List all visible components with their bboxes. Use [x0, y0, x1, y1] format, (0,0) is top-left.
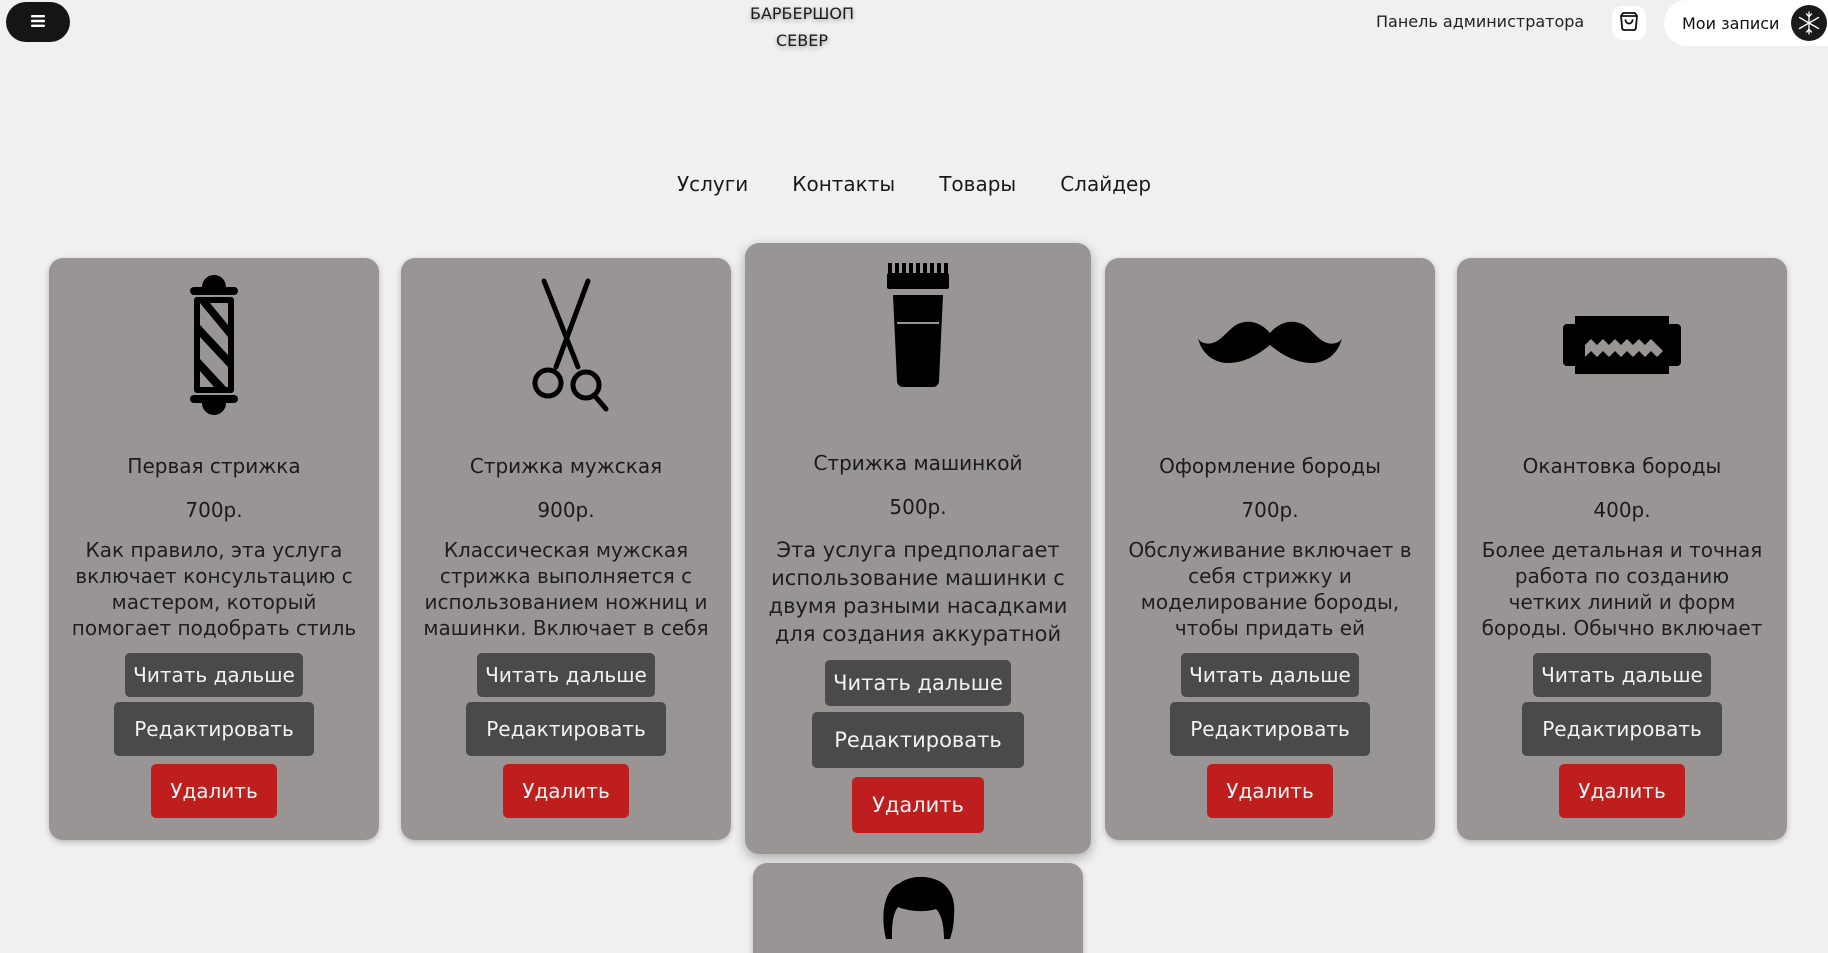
- scissors-icon: [401, 270, 731, 420]
- service-card-partial: [753, 863, 1083, 953]
- service-price: 700р.: [185, 498, 243, 522]
- edit-button[interactable]: Редактировать: [1170, 702, 1370, 756]
- delete-button[interactable]: Удалить: [1559, 764, 1685, 818]
- delete-button[interactable]: Удалить: [151, 764, 277, 818]
- read-more-button[interactable]: Читать дальше: [1181, 653, 1359, 697]
- service-description: Обслуживание включает в себя стрижку и м…: [1128, 538, 1412, 640]
- mustache-icon: [1105, 270, 1435, 420]
- nav-contacts[interactable]: Контакты: [792, 172, 895, 196]
- service-card: Оформление бороды 700р. Обслуживание вкл…: [1105, 258, 1435, 840]
- edit-button[interactable]: Редактировать: [466, 702, 666, 756]
- menu-button[interactable]: [6, 2, 70, 42]
- service-description: Более детальная и точная работа по созда…: [1481, 538, 1763, 640]
- edit-button[interactable]: Редактировать: [1522, 702, 1722, 756]
- delete-button[interactable]: Удалить: [852, 777, 984, 833]
- hair-icon: [753, 875, 1083, 945]
- page: БАРБЕРШОП СЕВЕР Панель администратора Мо…: [0, 0, 1828, 953]
- read-more-button[interactable]: Читать дальше: [125, 653, 303, 697]
- delete-button[interactable]: Удалить: [1207, 764, 1333, 818]
- read-more-button[interactable]: Читать дальше: [1533, 653, 1711, 697]
- service-price: 400р.: [1593, 498, 1651, 522]
- barber-pole-icon: [49, 270, 379, 420]
- nav-slider[interactable]: Слайдер: [1060, 172, 1151, 196]
- edit-button[interactable]: Редактировать: [114, 702, 314, 756]
- snowflake-icon: [1799, 11, 1820, 35]
- service-title: Оформление бороды: [1159, 454, 1381, 478]
- service-card: Стрижка машинкой 500р. Эта услуга предпо…: [745, 243, 1091, 854]
- cart-button[interactable]: [1612, 6, 1646, 40]
- service-title: Первая стрижка: [127, 454, 301, 478]
- delete-button[interactable]: Удалить: [503, 764, 629, 818]
- shopping-bag-icon: [1618, 10, 1640, 36]
- brand-logo[interactable]: БАРБЕРШОП СЕВЕР: [740, 0, 864, 54]
- hair-clipper-icon: [745, 259, 1091, 399]
- service-price: 700р.: [1241, 498, 1299, 522]
- brand-line-2: СЕВЕР: [775, 31, 828, 50]
- razor-blade-icon: [1457, 270, 1787, 420]
- nav-services[interactable]: Услуги: [677, 172, 748, 196]
- my-records-label: Мои записи: [1682, 13, 1780, 33]
- brand-line-1: БАРБЕРШОП: [749, 4, 855, 23]
- main-nav: Услуги Контакты Товары Слайдер: [0, 172, 1828, 196]
- service-card: Стрижка мужская 900р. Классическая мужск…: [401, 258, 731, 840]
- service-title: Окантовка бороды: [1522, 454, 1722, 478]
- service-description: Эта услуга предполагает использование ма…: [768, 538, 1068, 646]
- service-card: Окантовка бороды 400р. Более детальная и…: [1457, 258, 1787, 840]
- service-description: Классическая мужская стрижка выполняется…: [423, 538, 709, 640]
- avatar: [1791, 5, 1828, 41]
- service-price: 500р.: [889, 495, 947, 519]
- service-price: 900р.: [537, 498, 595, 522]
- service-description: Как правило, эта услуга включает консуль…: [71, 538, 357, 640]
- hamburger-icon: [30, 13, 46, 32]
- service-title: Стрижка машинкой: [813, 451, 1023, 475]
- service-title: Стрижка мужская: [469, 454, 663, 478]
- read-more-button[interactable]: Читать дальше: [825, 660, 1011, 706]
- my-records-button[interactable]: Мои записи: [1664, 0, 1828, 46]
- edit-button[interactable]: Редактировать: [812, 712, 1024, 768]
- service-card: Первая стрижка 700р. Как правило, эта ус…: [49, 258, 379, 840]
- admin-panel-link[interactable]: Панель администратора: [1376, 12, 1584, 31]
- read-more-button[interactable]: Читать дальше: [477, 653, 655, 697]
- nav-products[interactable]: Товары: [939, 172, 1016, 196]
